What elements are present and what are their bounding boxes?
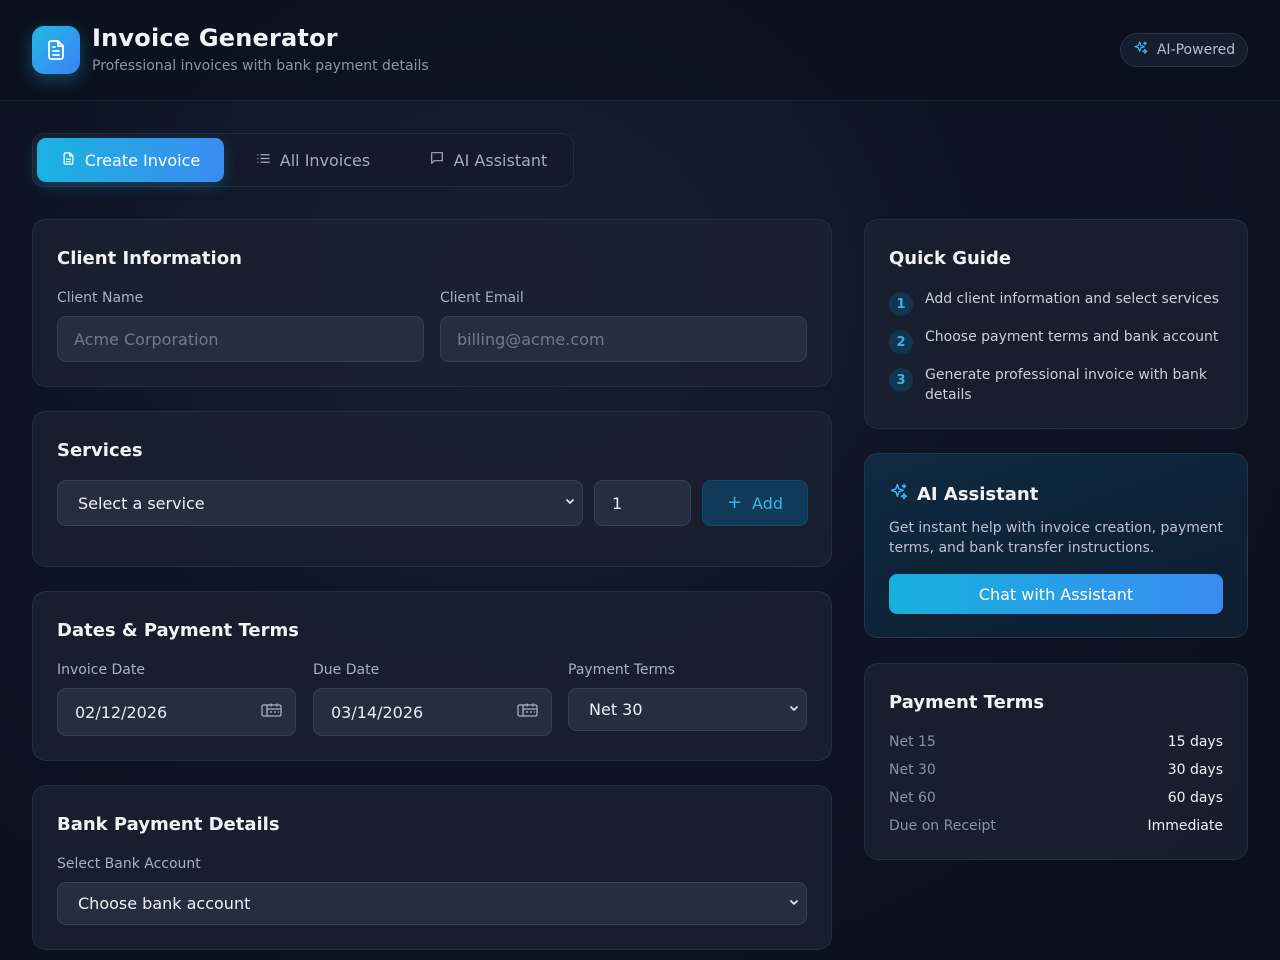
card-title: Client Information xyxy=(57,248,242,269)
app-subtitle: Professional invoices with bank payment … xyxy=(92,58,429,74)
term-value: 15 days xyxy=(1167,734,1223,750)
term-value: Immediate xyxy=(1147,818,1223,834)
step-number: 2 xyxy=(889,330,913,354)
term-name: Net 60 xyxy=(889,790,936,806)
card-title: Services xyxy=(57,440,143,461)
bank-account-value: Choose bank account xyxy=(78,894,251,913)
payment-term-row: Due on Receipt Immediate xyxy=(889,818,1223,834)
app-title: Invoice Generator xyxy=(92,24,338,52)
app-header: Invoice Generator Professional invoices … xyxy=(0,0,1280,101)
chat-with-assistant-button[interactable]: Chat with Assistant xyxy=(889,574,1223,614)
chevron-down-icon xyxy=(788,896,800,911)
term-value: 60 days xyxy=(1167,790,1223,806)
client-information-card: Client Information Client Name Acme Corp… xyxy=(32,219,832,387)
dates-payment-terms-card: Dates & Payment Terms Invoice Date 02/12… xyxy=(32,591,832,761)
bank-payment-details-card: Bank Payment Details Select Bank Account… xyxy=(32,785,832,950)
list-icon xyxy=(256,151,271,170)
guide-step: 2 Choose payment terms and bank account xyxy=(889,327,1223,354)
sparkles-icon xyxy=(889,482,909,506)
quick-guide-card: Quick Guide 1 Add client information and… xyxy=(864,219,1248,429)
step-number: 3 xyxy=(889,368,913,392)
payment-term-row: Net 30 30 days xyxy=(889,762,1223,778)
ai-assistant-heading: AI Assistant xyxy=(889,482,1038,506)
chevron-down-icon xyxy=(564,496,576,511)
payment-terms-card: Payment Terms Net 15 15 days Net 30 30 d… xyxy=(864,663,1248,860)
ai-powered-badge: AI-Powered xyxy=(1120,33,1248,67)
term-name: Due on Receipt xyxy=(889,818,996,834)
client-name-input[interactable]: Acme Corporation xyxy=(57,316,424,362)
tab-all-invoices[interactable]: All Invoices xyxy=(243,138,383,182)
card-title: Quick Guide xyxy=(889,248,1012,269)
step-number: 1 xyxy=(889,292,913,316)
ai-assistant-card: AI Assistant Get instant help with invoi… xyxy=(864,453,1248,638)
due-date-input[interactable]: 03/14/2026 xyxy=(313,688,552,736)
due-date-label: Due Date xyxy=(313,662,380,678)
term-value: 30 days xyxy=(1167,762,1223,778)
chevron-down-icon xyxy=(788,702,800,717)
service-select[interactable]: Select a service xyxy=(57,480,583,526)
ai-assistant-description: Get instant help with invoice creation, … xyxy=(889,520,1223,556)
bank-account-select[interactable]: Choose bank account xyxy=(57,882,807,925)
bank-account-label: Select Bank Account xyxy=(57,856,201,872)
tab-label: Create Invoice xyxy=(84,150,201,170)
tab-label: All Invoices xyxy=(279,150,371,170)
due-date-value: 03/14/2026 xyxy=(331,702,424,722)
payment-terms-label: Payment Terms xyxy=(568,662,675,678)
quantity-input[interactable]: 1 xyxy=(594,480,691,526)
add-service-button[interactable]: + Add xyxy=(702,480,808,526)
payment-term-row: Net 60 60 days xyxy=(889,790,1223,806)
payment-terms-select[interactable]: Net 30 xyxy=(568,688,807,731)
card-title: Payment Terms xyxy=(889,692,1045,713)
service-select-value: Select a service xyxy=(78,493,205,513)
badge-label: AI-Powered xyxy=(1156,42,1236,58)
sparkles-icon xyxy=(1133,40,1149,60)
payment-term-row: Net 15 15 days xyxy=(889,734,1223,750)
tab-ai-assistant[interactable]: AI Assistant xyxy=(413,138,563,182)
tab-create-invoice[interactable]: Create Invoice xyxy=(37,138,224,182)
payment-terms-value: Net 30 xyxy=(589,700,643,719)
card-title: Bank Payment Details xyxy=(57,814,280,835)
plus-icon: + xyxy=(726,492,743,513)
card-title: Dates & Payment Terms xyxy=(57,620,299,641)
client-name-label: Client Name xyxy=(57,290,144,306)
invoice-date-value: 02/12/2026 xyxy=(75,702,168,722)
guide-step: 1 Add client information and select serv… xyxy=(889,289,1223,316)
client-email-input[interactable]: billing@acme.com xyxy=(440,316,807,362)
card-title: AI Assistant xyxy=(917,483,1039,505)
term-name: Net 30 xyxy=(889,762,936,778)
client-email-label: Client Email xyxy=(440,290,524,306)
chat-icon xyxy=(429,150,445,170)
step-text: Add client information and select servic… xyxy=(925,291,1219,307)
main-tabs: Create Invoice All Invoices AI Assistant xyxy=(32,133,574,187)
document-icon xyxy=(32,26,80,74)
invoice-date-input[interactable]: 02/12/2026 xyxy=(57,688,296,736)
calendar-icon[interactable] xyxy=(517,702,539,722)
guide-step: 3 Generate professional invoice with ban… xyxy=(889,365,1223,405)
term-name: Net 15 xyxy=(889,734,936,750)
step-text: Choose payment terms and bank account xyxy=(925,329,1219,345)
tab-label: AI Assistant xyxy=(453,150,548,170)
add-button-label: Add xyxy=(752,493,784,513)
invoice-date-label: Invoice Date xyxy=(57,662,145,678)
document-icon xyxy=(61,151,76,170)
calendar-icon[interactable] xyxy=(261,702,283,722)
step-text: Generate professional invoice with bank … xyxy=(925,367,1207,403)
services-card: Services Select a service 1 + Add xyxy=(32,411,832,567)
